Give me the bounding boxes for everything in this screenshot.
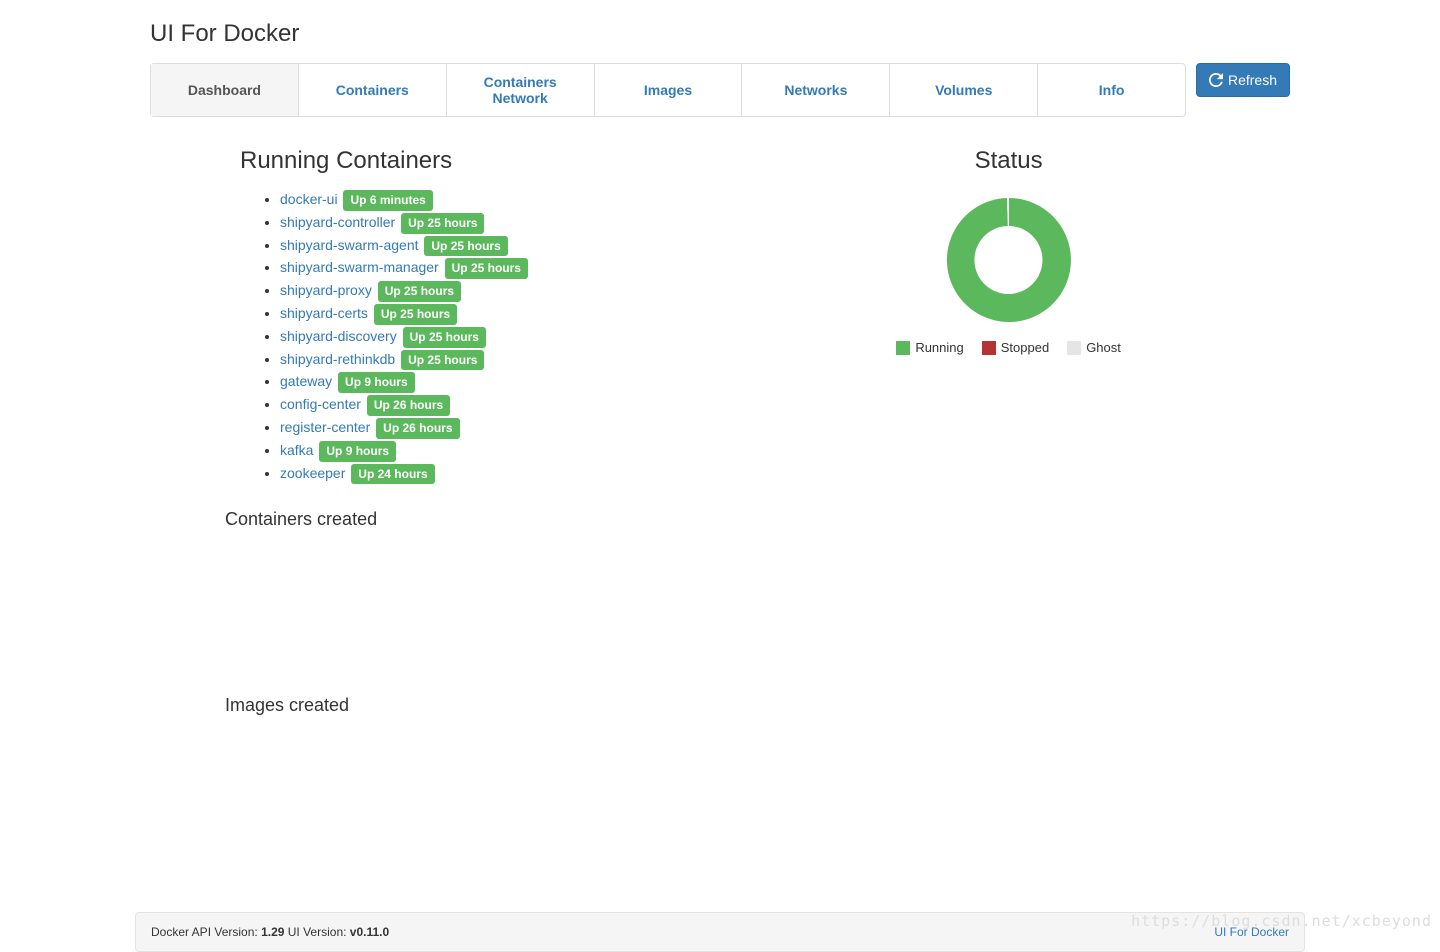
- status-badge: Up 25 hours: [374, 304, 457, 325]
- list-item: docker-ui Up 6 minutes: [280, 190, 697, 211]
- status-badge: Up 6 minutes: [343, 190, 432, 211]
- list-item: shipyard-swarm-manager Up 25 hours: [280, 258, 697, 279]
- list-item: shipyard-rethinkdb Up 25 hours: [280, 350, 697, 371]
- status-badge: Up 25 hours: [403, 327, 486, 348]
- chart-legend: Running Stopped Ghost: [896, 340, 1121, 355]
- container-link[interactable]: shipyard-swarm-manager: [280, 259, 439, 275]
- container-link[interactable]: shipyard-swarm-agent: [280, 237, 419, 253]
- status-badge: Up 25 hours: [401, 350, 484, 371]
- tab-images[interactable]: Images: [595, 64, 743, 116]
- refresh-label: Refresh: [1228, 72, 1277, 88]
- container-link[interactable]: shipyard-proxy: [280, 282, 372, 298]
- refresh-icon: [1209, 73, 1223, 87]
- watermark: https://blog.csdn.net/xcbeyond: [1131, 912, 1432, 930]
- list-item: shipyard-discovery Up 25 hours: [280, 327, 697, 348]
- footer: Docker API Version: 1.29 UI Version: v0.…: [135, 912, 1305, 952]
- container-link[interactable]: zookeeper: [280, 465, 345, 481]
- status-badge: Up 25 hours: [424, 236, 507, 257]
- legend-swatch: [982, 341, 996, 355]
- list-item: config-center Up 26 hours: [280, 395, 697, 416]
- footer-version: Docker API Version: 1.29 UI Version: v0.…: [151, 925, 389, 939]
- container-link[interactable]: kafka: [280, 442, 313, 458]
- images-created-title: Images created: [225, 695, 697, 716]
- container-link[interactable]: shipyard-discovery: [280, 328, 397, 344]
- list-item: shipyard-controller Up 25 hours: [280, 213, 697, 234]
- legend-item: Running: [896, 340, 963, 355]
- legend-label: Ghost: [1086, 340, 1121, 355]
- status-title: Status: [727, 147, 1290, 175]
- refresh-button[interactable]: Refresh: [1196, 63, 1290, 97]
- container-link[interactable]: register-center: [280, 419, 370, 435]
- tab-dashboard[interactable]: Dashboard: [151, 64, 299, 116]
- status-badge: Up 25 hours: [378, 281, 461, 302]
- status-badge: Up 24 hours: [351, 464, 434, 485]
- legend-swatch: [896, 341, 910, 355]
- page-title: UI For Docker: [150, 20, 1290, 48]
- nav-tabs: DashboardContainersContainers NetworkIma…: [150, 63, 1186, 117]
- list-item: zookeeper Up 24 hours: [280, 464, 697, 485]
- status-badge: Up 26 hours: [367, 395, 450, 416]
- tab-networks[interactable]: Networks: [742, 64, 890, 116]
- container-link[interactable]: shipyard-controller: [280, 214, 395, 230]
- container-link[interactable]: shipyard-certs: [280, 305, 368, 321]
- legend-swatch: [1067, 341, 1081, 355]
- tab-containers-network[interactable]: Containers Network: [447, 64, 595, 116]
- list-item: gateway Up 9 hours: [280, 372, 697, 393]
- status-donut-chart: [929, 190, 1089, 330]
- containers-created-title: Containers created: [225, 509, 697, 530]
- tab-volumes[interactable]: Volumes: [890, 64, 1038, 116]
- list-item: kafka Up 9 hours: [280, 441, 697, 462]
- container-link[interactable]: shipyard-rethinkdb: [280, 351, 395, 367]
- tab-containers[interactable]: Containers: [299, 64, 447, 116]
- tab-info[interactable]: Info: [1038, 64, 1185, 116]
- list-item: shipyard-certs Up 25 hours: [280, 304, 697, 325]
- legend-label: Stopped: [1001, 340, 1049, 355]
- container-link[interactable]: docker-ui: [280, 191, 338, 207]
- container-link[interactable]: config-center: [280, 396, 361, 412]
- status-badge: Up 9 hours: [338, 372, 415, 393]
- running-containers-title: Running Containers: [240, 147, 697, 175]
- container-link[interactable]: gateway: [280, 373, 332, 389]
- list-item: shipyard-swarm-agent Up 25 hours: [280, 236, 697, 257]
- status-badge: Up 9 hours: [319, 441, 396, 462]
- status-badge: Up 25 hours: [445, 258, 528, 279]
- list-item: shipyard-proxy Up 25 hours: [280, 281, 697, 302]
- legend-item: Stopped: [982, 340, 1049, 355]
- list-item: register-center Up 26 hours: [280, 418, 697, 439]
- legend-item: Ghost: [1067, 340, 1121, 355]
- legend-label: Running: [915, 340, 963, 355]
- status-badge: Up 26 hours: [376, 418, 459, 439]
- status-badge: Up 25 hours: [401, 213, 484, 234]
- container-list: docker-ui Up 6 minutesshipyard-controlle…: [240, 190, 697, 484]
